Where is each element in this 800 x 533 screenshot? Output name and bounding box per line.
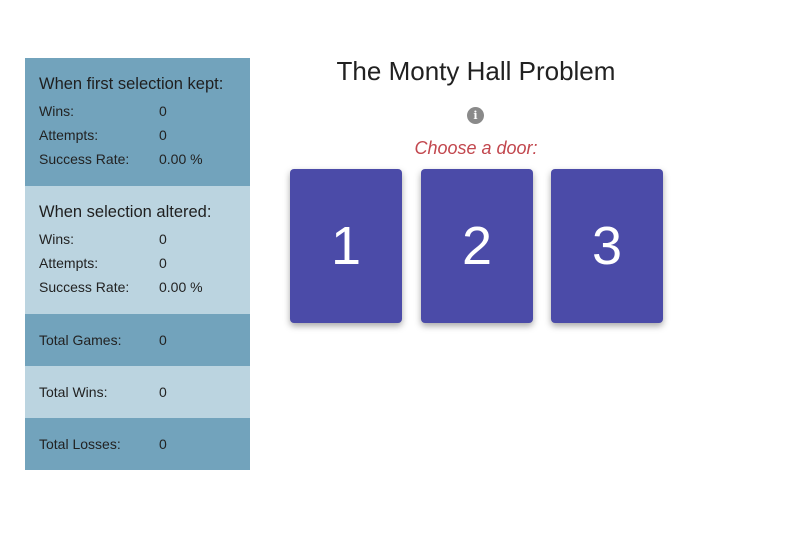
altered-attempts-row: Attempts: 0 (39, 251, 250, 275)
door-1-button[interactable]: 1 (290, 169, 402, 323)
altered-attempts-label: Attempts: (39, 255, 99, 271)
page-title: The Monty Hall Problem (336, 56, 616, 86)
altered-heading: When selection altered: (39, 203, 212, 221)
total-wins-row: Total Wins: 0 (39, 380, 250, 404)
total-losses-value: 0 (159, 436, 167, 452)
total-games-label: Total Games: (39, 332, 122, 348)
kept-rate-row: Success Rate: 0.00 % (39, 147, 250, 171)
total-games-row: Total Games: 0 (39, 328, 250, 352)
kept-attempts-label: Attempts: (39, 127, 99, 143)
door-3-button[interactable]: 3 (551, 169, 663, 323)
choose-door-prompt: Choose a door: (414, 138, 538, 158)
info-icon[interactable]: i (467, 107, 484, 124)
total-games-value: 0 (159, 332, 167, 348)
kept-wins-label: Wins: (39, 103, 74, 119)
altered-stats: When selection altered: Wins: 0 Attempts… (25, 186, 250, 314)
altered-rate-value: 0.00 % (159, 279, 203, 295)
kept-rate-value: 0.00 % (159, 151, 203, 167)
altered-rate-label: Success Rate: (39, 279, 130, 295)
altered-rate-row: Success Rate: 0.00 % (39, 275, 250, 299)
kept-attempts-row: Attempts: 0 (39, 123, 250, 147)
total-losses-row: Total Losses: 0 (39, 432, 250, 456)
kept-wins-value: 0 (159, 103, 167, 119)
altered-attempts-value: 0 (159, 255, 167, 271)
door-2-button[interactable]: 2 (421, 169, 533, 323)
altered-wins-row: Wins: 0 (39, 227, 250, 251)
stats-panel: When first selection kept: Wins: 0 Attem… (25, 58, 250, 470)
kept-attempts-value: 0 (159, 127, 167, 143)
kept-rate-label: Success Rate: (39, 151, 130, 167)
altered-wins-label: Wins: (39, 231, 74, 247)
total-wins-label: Total Wins: (39, 384, 108, 400)
total-wins-block: Total Wins: 0 (25, 366, 250, 418)
altered-wins-value: 0 (159, 231, 167, 247)
total-losses-block: Total Losses: 0 (25, 418, 250, 470)
kept-stats: When first selection kept: Wins: 0 Attem… (25, 58, 250, 186)
kept-wins-row: Wins: 0 (39, 99, 250, 123)
total-wins-value: 0 (159, 384, 167, 400)
total-games-block: Total Games: 0 (25, 314, 250, 366)
kept-heading: When first selection kept: (39, 75, 224, 93)
total-losses-label: Total Losses: (39, 436, 121, 452)
